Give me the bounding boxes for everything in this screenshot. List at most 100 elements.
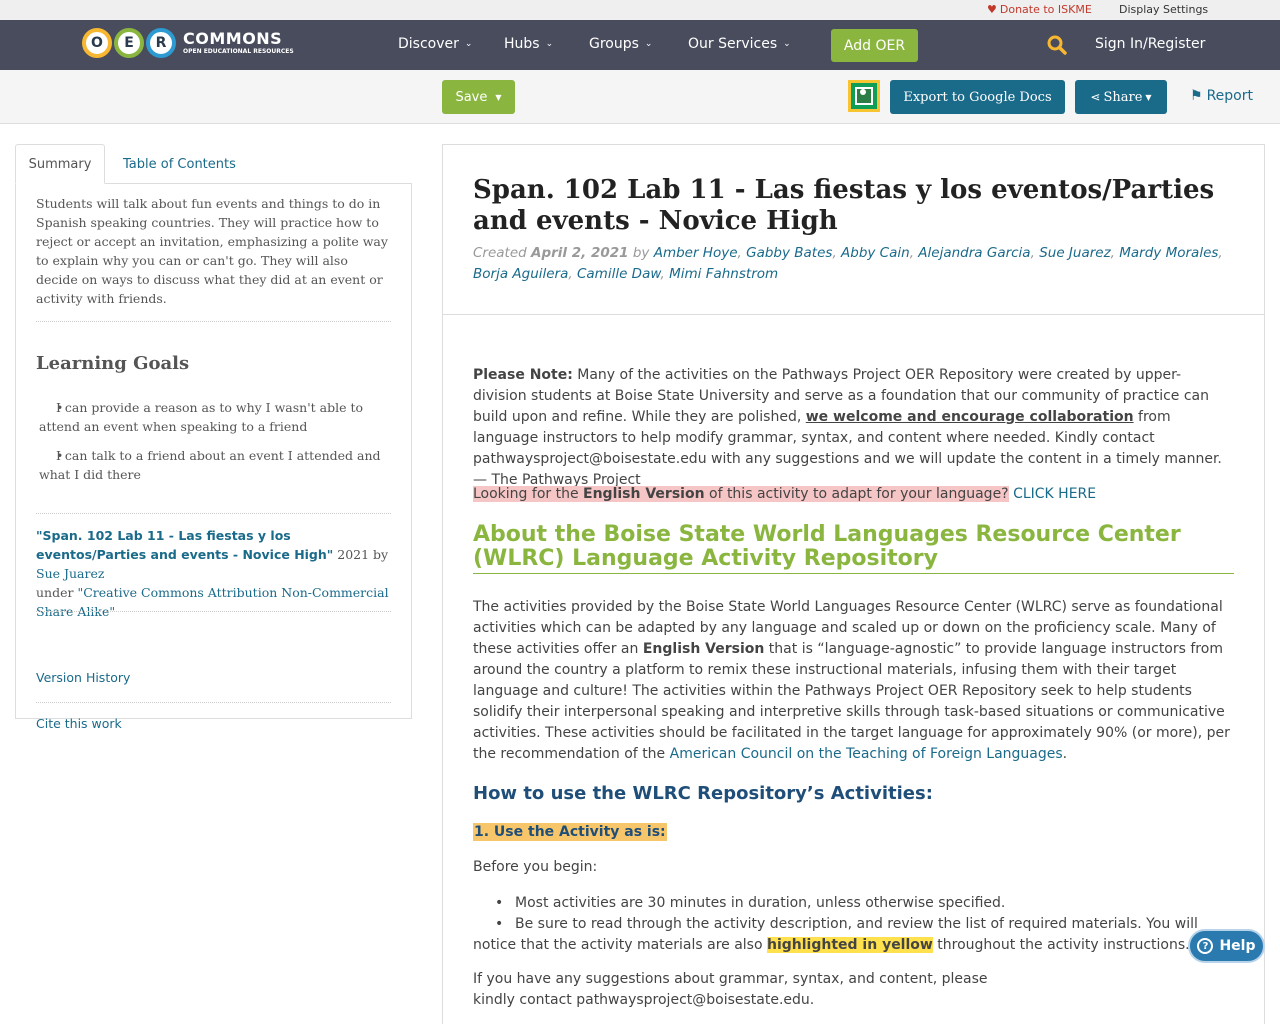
english-version-paragraph: Looking for the English Version of this …: [473, 484, 1233, 505]
share-label: Share: [1103, 89, 1143, 105]
google-classroom-icon[interactable]: [848, 80, 880, 112]
nav-groups[interactable]: Groups ⌄: [589, 36, 652, 52]
summary-panel: Students will talk about fun events and …: [15, 184, 412, 731]
attribution-year: 2021 by: [333, 547, 389, 562]
suggestions-paragraph: If you have any suggestions about gramma…: [473, 971, 988, 1008]
tab-summary[interactable]: Summary: [15, 144, 105, 184]
learning-goal-text: I can talk to a friend about an event I …: [39, 448, 381, 482]
bullet-1-text: Most activities are 30 minutes in durati…: [515, 895, 1006, 911]
logo-wordmark: COMMONS OPEN EDUCATIONAL RESOURCES: [183, 31, 294, 55]
logo-tagline: OPEN EDUCATIONAL RESOURCES: [183, 48, 294, 55]
author-link[interactable]: Mimi Fahnstrom: [669, 266, 778, 282]
author-link[interactable]: Alejandra Garcia: [918, 245, 1030, 261]
nav-our-services[interactable]: Our Services ⌄: [688, 36, 791, 52]
chevron-down-icon: ⌄: [783, 39, 791, 49]
nav-services-label: Our Services: [688, 36, 778, 52]
author-link[interactable]: Amber Hoye: [654, 245, 738, 261]
report-label: Report: [1206, 88, 1253, 104]
flag-icon: ⚑: [1190, 88, 1203, 104]
classroom-person-shape: [860, 89, 866, 95]
nav-hubs-label: Hubs: [504, 36, 540, 52]
author-link[interactable]: Borja Aguilera: [473, 266, 568, 282]
about-text-c: that is “language-agnostic” to provide l…: [473, 641, 1230, 762]
chevron-down-icon: ⌄: [545, 39, 554, 49]
tab-table-of-contents[interactable]: Table of Contents: [108, 144, 251, 184]
logo-letter-e: E: [114, 28, 144, 58]
about-english-version: English Version: [642, 641, 765, 657]
about-end: .: [1062, 746, 1068, 762]
attribution-block: "Span. 102 Lab 11 - Las fiestas y los ev…: [36, 526, 391, 621]
logo-commons: COMMONS: [183, 29, 283, 48]
resource-main-content: Span. 102 Lab 11 - Las fiestas y los eve…: [442, 144, 1265, 1024]
export-google-docs-button[interactable]: Export to Google Docs: [890, 80, 1065, 114]
summary-text: Students will talk about fun events and …: [36, 196, 388, 306]
chevron-down-icon: ⌄: [464, 39, 473, 49]
divider: [36, 321, 391, 322]
author-link[interactable]: Abby Cain: [841, 245, 910, 261]
license-link[interactable]: "Creative Commons Attribution Non-Commer…: [36, 585, 389, 619]
resource-sidebar: Summary Table of Contents Students will …: [15, 144, 412, 731]
share-button[interactable]: ⋖ Share ▼: [1075, 80, 1167, 114]
looking-a: Looking for the: [473, 486, 584, 502]
created-date: April 2, 2021: [531, 245, 629, 261]
question-icon: ?: [1197, 938, 1214, 954]
nav-hubs[interactable]: Hubs ⌄: [504, 36, 553, 52]
search-icon[interactable]: [1047, 35, 1067, 55]
learning-goal-item: I can talk to a friend about an event I …: [36, 446, 396, 484]
about-heading: About the Boise State World Languages Re…: [473, 523, 1234, 574]
looking-c: of this activity to adapt for your langu…: [704, 486, 1009, 502]
donate-link[interactable]: ♥ Donate to ISKME: [987, 3, 1092, 16]
looking-b: English Version: [583, 486, 705, 502]
report-button[interactable]: ⚑ Report: [1190, 88, 1253, 104]
created-label: Created: [473, 245, 532, 261]
version-history-link[interactable]: Version History: [36, 670, 130, 685]
learning-goals-list: I can provide a reason as to why I wasn'…: [36, 398, 396, 494]
list-item: Most activities are 30 minutes in durati…: [473, 893, 1233, 914]
english-version-highlight: Looking for the English Version of this …: [473, 486, 1009, 502]
page-title: Span. 102 Lab 11 - Las fiestas y los eve…: [473, 175, 1215, 236]
caret-down-icon: ▼: [1145, 92, 1152, 102]
author-link[interactable]: Camille Daw: [577, 266, 661, 282]
oer-commons-logo[interactable]: O E R COMMONS OPEN EDUCATIONAL RESOURCES: [82, 25, 294, 61]
resource-toolbar: Save ▼ Export to Google Docs ⋖ Share ▼ ⚑ Rep…: [0, 70, 1280, 124]
divider: [36, 611, 391, 612]
before-you-begin: Before you begin:: [473, 859, 598, 875]
nav-discover-label: Discover: [398, 36, 459, 52]
learning-goal-text: I can provide a reason as to why I wasn'…: [39, 400, 364, 434]
attribution-title-link[interactable]: "Span. 102 Lab 11 - Las fiestas y los ev…: [36, 528, 333, 562]
attribution-author-link[interactable]: Sue Juarez: [36, 566, 104, 581]
help-button[interactable]: ? Help: [1188, 929, 1265, 963]
actfl-link[interactable]: American Council on the Teaching of Fore…: [670, 746, 1063, 762]
click-here-link[interactable]: CLICK HERE: [1013, 486, 1096, 502]
author-link[interactable]: Mardy Morales: [1119, 245, 1218, 261]
heart-icon: ♥: [987, 3, 997, 16]
bullet-2-text-c: throughout the activity instructions.: [932, 937, 1190, 953]
collaboration-link[interactable]: we welcome and encourage collaboration: [806, 409, 1134, 425]
nav-discover[interactable]: Discover ⌄: [398, 36, 472, 52]
nav-groups-label: Groups: [589, 36, 639, 52]
sign-in-register-link[interactable]: Sign In/Register: [1095, 36, 1205, 52]
save-button[interactable]: Save ▼: [442, 80, 515, 114]
author-link[interactable]: Sue Juarez: [1039, 245, 1110, 261]
by-label: by: [628, 245, 654, 261]
learning-goal-item: I can provide a reason as to why I wasn'…: [36, 398, 396, 436]
display-settings-link[interactable]: Display Settings: [1119, 3, 1208, 16]
sidebar-tabs: Summary Table of Contents: [15, 144, 412, 184]
cite-this-work-link[interactable]: Cite this work: [36, 716, 122, 731]
help-label: Help: [1219, 938, 1256, 954]
save-label: Save: [455, 89, 488, 105]
learning-goals-title: Learning Goals: [36, 353, 190, 374]
divider: [36, 702, 391, 703]
list-item: Be sure to read through the activity des…: [473, 914, 1233, 956]
about-paragraph: The activities provided by the Boise Sta…: [473, 597, 1233, 765]
resource-meta: Created April 2, 2021 by Amber Hoye, Gab…: [473, 245, 1223, 282]
use-activity-heading: 1. Use the Activity as is:: [473, 823, 667, 841]
author-link[interactable]: Gabby Bates: [746, 245, 832, 261]
logo-letter-o: O: [82, 28, 112, 58]
caret-down-icon: ▼: [495, 92, 502, 102]
divider: [36, 513, 391, 514]
how-to-use-heading: How to use the WLRC Repository’s Activit…: [473, 783, 933, 804]
add-oer-button[interactable]: Add OER: [831, 29, 918, 62]
please-note-label: Please Note:: [473, 367, 573, 383]
chevron-down-icon: ⌄: [644, 39, 653, 49]
